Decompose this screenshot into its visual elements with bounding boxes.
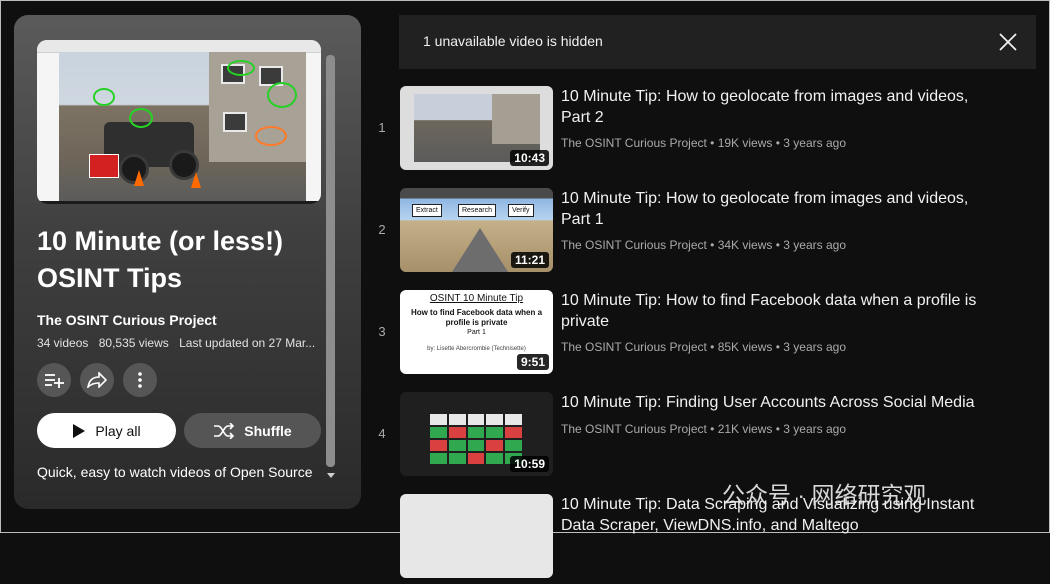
scroll-down-arrow-icon[interactable]	[327, 473, 335, 478]
playlist-video-row[interactable]: 3 OSINT 10 Minute Tip How to find Facebo…	[370, 290, 1010, 380]
annotation-circle	[255, 126, 287, 146]
thumbnail-label: Extract	[412, 204, 442, 217]
thumbnail-label: Research	[458, 204, 496, 217]
video-meta: The OSINT Curious Project • 19K views • …	[561, 136, 846, 150]
video-age: 3 years ago	[783, 238, 846, 252]
video-thumbnail[interactable]: 10:59	[400, 392, 553, 476]
shuffle-label: Shuffle	[244, 422, 292, 439]
playlist-header-panel: 10 Minute (or less!) OSINT Tips The OSIN…	[14, 15, 361, 509]
hidden-videos-text: 1 unavailable video is hidden	[423, 33, 603, 49]
video-meta: The OSINT Curious Project • 21K views • …	[561, 422, 846, 436]
traffic-cone	[134, 170, 144, 186]
video-thumbnail[interactable]: Extract Research Verify 11:21	[400, 188, 553, 272]
playlist-add-icon	[44, 372, 64, 388]
share-icon	[87, 372, 107, 388]
share-button[interactable]	[80, 363, 114, 397]
video-duration: 10:59	[510, 456, 549, 472]
watermark: 公众号 · 网络研究观	[722, 482, 927, 508]
annotation-circle	[267, 82, 297, 108]
more-actions-button[interactable]	[123, 363, 157, 397]
annotation-circle	[93, 88, 115, 106]
thumbnail-body: How to find Facebook data when a profile…	[410, 308, 543, 327]
road-image	[452, 228, 508, 272]
video-title[interactable]: 10 Minute Tip: How to geolocate from ima…	[561, 86, 1001, 128]
table-image	[430, 414, 522, 464]
save-to-playlist-button[interactable]	[37, 363, 71, 397]
video-views: 19K views	[717, 136, 773, 150]
video-age: 3 years ago	[783, 422, 846, 436]
video-duration: 9:51	[516, 354, 549, 370]
video-views: 34K views	[717, 238, 773, 252]
road-closed-sign	[89, 154, 119, 178]
video-title[interactable]: 10 Minute Tip: How to find Facebook data…	[561, 290, 1001, 332]
thumbnail-byline: by: Lisette Abercrombie (Technisette)	[427, 346, 526, 352]
video-duration: 10:43	[510, 150, 549, 166]
play-all-label: Play all	[95, 422, 141, 439]
play-all-button[interactable]: Play all	[37, 413, 176, 448]
panel-scrollbar[interactable]	[326, 55, 335, 467]
playlist-video-row[interactable]: 2 Extract Research Verify 11:21 10 Minut…	[370, 188, 1010, 278]
view-count: 80,535 views	[98, 336, 169, 350]
street-scene-image	[59, 52, 306, 202]
more-vert-icon	[137, 371, 143, 389]
last-updated: Last updated on 27 Mar...	[179, 336, 316, 350]
hidden-videos-banner: 1 unavailable video is hidden	[399, 15, 1036, 69]
video-channel[interactable]: The OSINT Curious Project	[561, 136, 707, 150]
video-thumbnail[interactable]: 10:43	[400, 86, 553, 170]
video-index: 1	[378, 120, 386, 135]
video-thumbnail[interactable]: OSINT 10 Minute Tip How to find Facebook…	[400, 290, 553, 374]
video-channel[interactable]: The OSINT Curious Project	[561, 340, 707, 354]
playlist-description: Quick, easy to watch videos of Open Sour…	[37, 464, 313, 480]
video-channel[interactable]: The OSINT Curious Project	[561, 238, 707, 252]
video-views: 21K views	[717, 422, 773, 436]
video-index: 2	[378, 222, 386, 237]
video-age: 3 years ago	[783, 136, 846, 150]
video-thumbnail[interactable]	[400, 494, 553, 578]
video-duration: 11:21	[510, 252, 549, 268]
thumbnail-progress	[37, 201, 321, 204]
annotation-circle	[227, 60, 255, 76]
playlist-channel-link[interactable]: The OSINT Curious Project	[37, 312, 217, 328]
video-title[interactable]: 10 Minute Tip: How to geolocate from ima…	[561, 188, 1001, 230]
video-age: 3 years ago	[783, 340, 846, 354]
window	[223, 112, 247, 132]
traffic-cone	[191, 172, 201, 188]
house	[492, 94, 540, 144]
video-count: 34 videos	[37, 336, 89, 350]
video-meta: The OSINT Curious Project • 85K views • …	[561, 340, 846, 354]
shuffle-icon	[213, 422, 235, 439]
playlist-hero-thumbnail[interactable]	[37, 40, 321, 204]
video-views: 85K views	[717, 340, 773, 354]
video-title[interactable]: 10 Minute Tip: Finding User Accounts Acr…	[561, 392, 1001, 413]
house	[209, 52, 306, 162]
thumbnail-label: Verify	[508, 204, 534, 217]
annotation-circle	[129, 108, 153, 128]
video-channel[interactable]: The OSINT Curious Project	[561, 422, 707, 436]
shuffle-button[interactable]: Shuffle	[184, 413, 321, 448]
thumbnail-part: Part 1	[467, 329, 486, 336]
thumbnail-heading: OSINT 10 Minute Tip	[429, 293, 524, 304]
playlist-video-row[interactable]: 1 10:43 10 Minute Tip: How to geolocate …	[370, 86, 1010, 176]
play-icon	[72, 423, 86, 439]
video-index: 4	[378, 426, 386, 441]
close-icon[interactable]	[998, 32, 1018, 52]
video-meta: The OSINT Curious Project • 34K views • …	[561, 238, 846, 252]
playlist-title: 10 Minute (or less!) OSINT Tips	[37, 226, 284, 293]
playlist-video-row[interactable]: 4 10:59 10 Minute Tip: Finding User Acco…	[370, 392, 1010, 482]
playlist-stats: 34 videos 80,535 views Last updated on 2…	[37, 336, 322, 350]
video-index: 3	[378, 324, 386, 339]
